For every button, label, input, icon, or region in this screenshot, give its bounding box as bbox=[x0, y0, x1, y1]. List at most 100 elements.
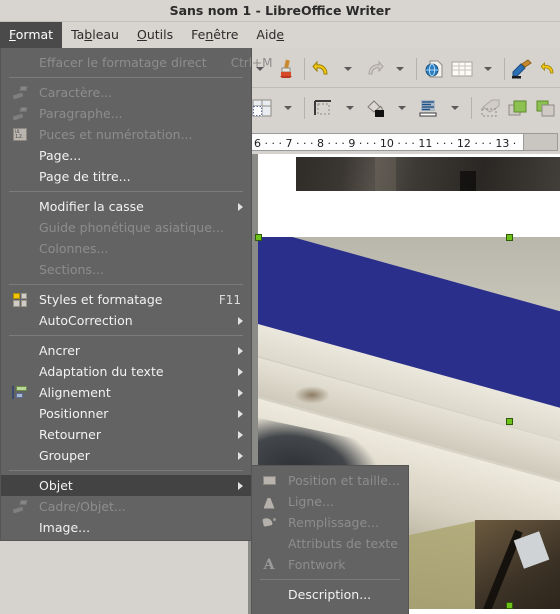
menu-item-label: Attributs de texte bbox=[288, 536, 398, 551]
background-color-icon[interactable] bbox=[362, 93, 390, 123]
menu-item-label: Grouper bbox=[39, 448, 90, 463]
menu-item-alignement[interactable]: Alignement bbox=[1, 382, 251, 403]
toolbar-separator bbox=[415, 57, 417, 80]
menu-item-paragraphe[interactable]: Paragraphe... bbox=[1, 103, 251, 124]
submenu-arrow-icon bbox=[238, 430, 243, 439]
rect-icon bbox=[260, 473, 278, 489]
menu-item-caractere[interactable]: Caractère... bbox=[1, 82, 251, 103]
submenu-item-attributs-de-texte[interactable]: Attributs de texte bbox=[252, 533, 408, 554]
horizontal-ruler[interactable]: 6 · · · 7 · · · 8 · · · 9 · · · 10 · · ·… bbox=[248, 130, 560, 154]
menubar-item-format[interactable]: Format bbox=[0, 22, 63, 48]
submenu-item-position-et-taille[interactable]: Position et taille... bbox=[252, 470, 408, 491]
fontwork-icon: A bbox=[263, 556, 275, 573]
selection-handle-top-left[interactable] bbox=[255, 234, 262, 241]
ruler-margin-region bbox=[523, 134, 557, 150]
submenu-arrow-icon bbox=[238, 367, 243, 376]
toolbar-separator bbox=[304, 97, 306, 119]
menu-item-puces-numerotation[interactable]: i.ii. 1.2. Puces et numérotation... bbox=[1, 124, 251, 145]
table-properties-icon[interactable] bbox=[248, 93, 276, 123]
menu-item-cadre-objet[interactable]: Cadre/Objet... bbox=[1, 496, 251, 517]
selection-handle-bottom-right[interactable] bbox=[506, 602, 513, 609]
menu-separator bbox=[9, 284, 243, 285]
menu-item-label: Retourner bbox=[39, 427, 101, 442]
menu-item-page-de-titre[interactable]: Page de titre... bbox=[1, 166, 251, 187]
anchor-icon[interactable] bbox=[476, 93, 504, 123]
menu-item-page[interactable]: Page... bbox=[1, 145, 251, 166]
menubar-item-aide[interactable]: Aide bbox=[247, 22, 293, 48]
menu-item-label: Cadre/Objet... bbox=[39, 499, 126, 514]
submenu-item-fontwork[interactable]: A Fontwork bbox=[252, 554, 408, 575]
menu-separator bbox=[9, 191, 243, 192]
paragraph-style-icon[interactable] bbox=[414, 93, 442, 123]
redo-icon[interactable] bbox=[360, 54, 388, 84]
insert-table-icon[interactable] bbox=[448, 54, 476, 84]
menu-item-objet[interactable]: Objet bbox=[1, 475, 251, 496]
menu-item-label: Fontwork bbox=[288, 557, 346, 572]
borders-caret-icon[interactable] bbox=[337, 93, 361, 123]
redo-caret-icon[interactable] bbox=[388, 54, 412, 84]
window-title: Sans nom 1 - LibreOffice Writer bbox=[169, 3, 391, 18]
image-top[interactable] bbox=[296, 157, 560, 191]
submenu-arrow-icon bbox=[238, 409, 243, 418]
menu-item-image[interactable]: Image... bbox=[1, 517, 251, 538]
menu-item-autocorrection[interactable]: AutoCorrection bbox=[1, 310, 251, 331]
highlighting-icon[interactable] bbox=[509, 54, 537, 84]
menu-item-colonnes[interactable]: Colonnes... bbox=[1, 238, 251, 259]
menu-item-styles-et-formatage[interactable]: Styles et formatage F11 bbox=[1, 289, 251, 310]
menu-item-retourner[interactable]: Retourner bbox=[1, 424, 251, 445]
format-dropdown-menu[interactable]: Effacer le formatage direct Ctrl+M Carac… bbox=[0, 48, 272, 541]
menu-item-label: Image... bbox=[39, 520, 91, 535]
menu-item-label: Colonnes... bbox=[39, 241, 109, 256]
menu-item-label: Adaptation du texte bbox=[39, 364, 164, 379]
send-backward-icon[interactable] bbox=[532, 93, 560, 123]
clone-formatting-icon[interactable] bbox=[272, 54, 300, 84]
menu-item-positionner[interactable]: Positionner bbox=[1, 403, 251, 424]
menu-item-label: Positionner bbox=[39, 406, 109, 421]
menu-item-label: Sections... bbox=[39, 262, 104, 277]
styles-icon bbox=[11, 292, 29, 308]
hyperlink-icon[interactable] bbox=[420, 54, 448, 84]
menu-item-effacer-formatage[interactable]: Effacer le formatage direct Ctrl+M bbox=[1, 52, 272, 73]
table-toolbar bbox=[248, 89, 560, 127]
menu-item-label: Description... bbox=[288, 587, 372, 602]
menu-item-modifier-la-casse[interactable]: Modifier la casse bbox=[1, 196, 251, 217]
borders-icon[interactable] bbox=[309, 93, 337, 123]
undo-icon[interactable] bbox=[308, 54, 336, 84]
submenu-arrow-icon bbox=[238, 346, 243, 355]
menu-item-sections[interactable]: Sections... bbox=[1, 259, 251, 280]
menubar-item-fenetre[interactable]: Fenêtre bbox=[182, 22, 247, 48]
menu-separator bbox=[260, 579, 400, 580]
table-properties-caret-icon[interactable] bbox=[276, 93, 300, 123]
selection-handle-top-right[interactable] bbox=[506, 234, 513, 241]
extra-toolbar-icon[interactable] bbox=[536, 54, 560, 84]
menu-item-ancrer[interactable]: Ancrer bbox=[1, 340, 251, 361]
menubar-item-tableau[interactable]: Tableau bbox=[62, 22, 128, 48]
submenu-item-remplissage[interactable]: Remplissage... bbox=[252, 512, 408, 533]
bullets-icon: i.ii. 1.2. bbox=[11, 127, 29, 143]
menu-item-grouper[interactable]: Grouper bbox=[1, 445, 251, 466]
paragraph-style-caret-icon[interactable] bbox=[442, 93, 466, 123]
menu-item-label: Page de titre... bbox=[39, 169, 131, 184]
brush-icon bbox=[11, 106, 29, 122]
toolbar-separator bbox=[303, 57, 305, 80]
title-bar: Sans nom 1 - LibreOffice Writer bbox=[0, 0, 560, 22]
object-submenu[interactable]: Position et taille... Ligne... Remplissa… bbox=[251, 465, 409, 614]
brush-icon bbox=[11, 85, 29, 101]
bring-forward-icon[interactable] bbox=[504, 93, 532, 123]
menubar-item-outils[interactable]: Outils bbox=[128, 22, 182, 48]
selection-handle-middle-right[interactable] bbox=[506, 418, 513, 425]
undo-caret-icon[interactable] bbox=[336, 54, 360, 84]
toolbar-separator bbox=[470, 97, 472, 119]
menu-item-label: AutoCorrection bbox=[39, 313, 133, 328]
insert-table-caret-icon[interactable] bbox=[476, 54, 500, 84]
menu-item-label: Styles et formatage bbox=[39, 292, 163, 307]
submenu-item-description[interactable]: Description... bbox=[252, 584, 408, 605]
toolbar-separator bbox=[503, 57, 505, 80]
menu-item-adaptation-du-texte[interactable]: Adaptation du texte bbox=[1, 361, 251, 382]
menu-item-label: Remplissage... bbox=[288, 515, 380, 530]
menu-item-guide-phonetique[interactable]: Guide phonétique asiatique... bbox=[1, 217, 251, 238]
submenu-item-ligne[interactable]: Ligne... bbox=[252, 491, 408, 512]
background-color-caret-icon[interactable] bbox=[390, 93, 414, 123]
ruler-track[interactable]: 6 · · · 7 · · · 8 · · · 9 · · · 10 · · ·… bbox=[250, 133, 558, 151]
menu-item-label: Ligne... bbox=[288, 494, 334, 509]
